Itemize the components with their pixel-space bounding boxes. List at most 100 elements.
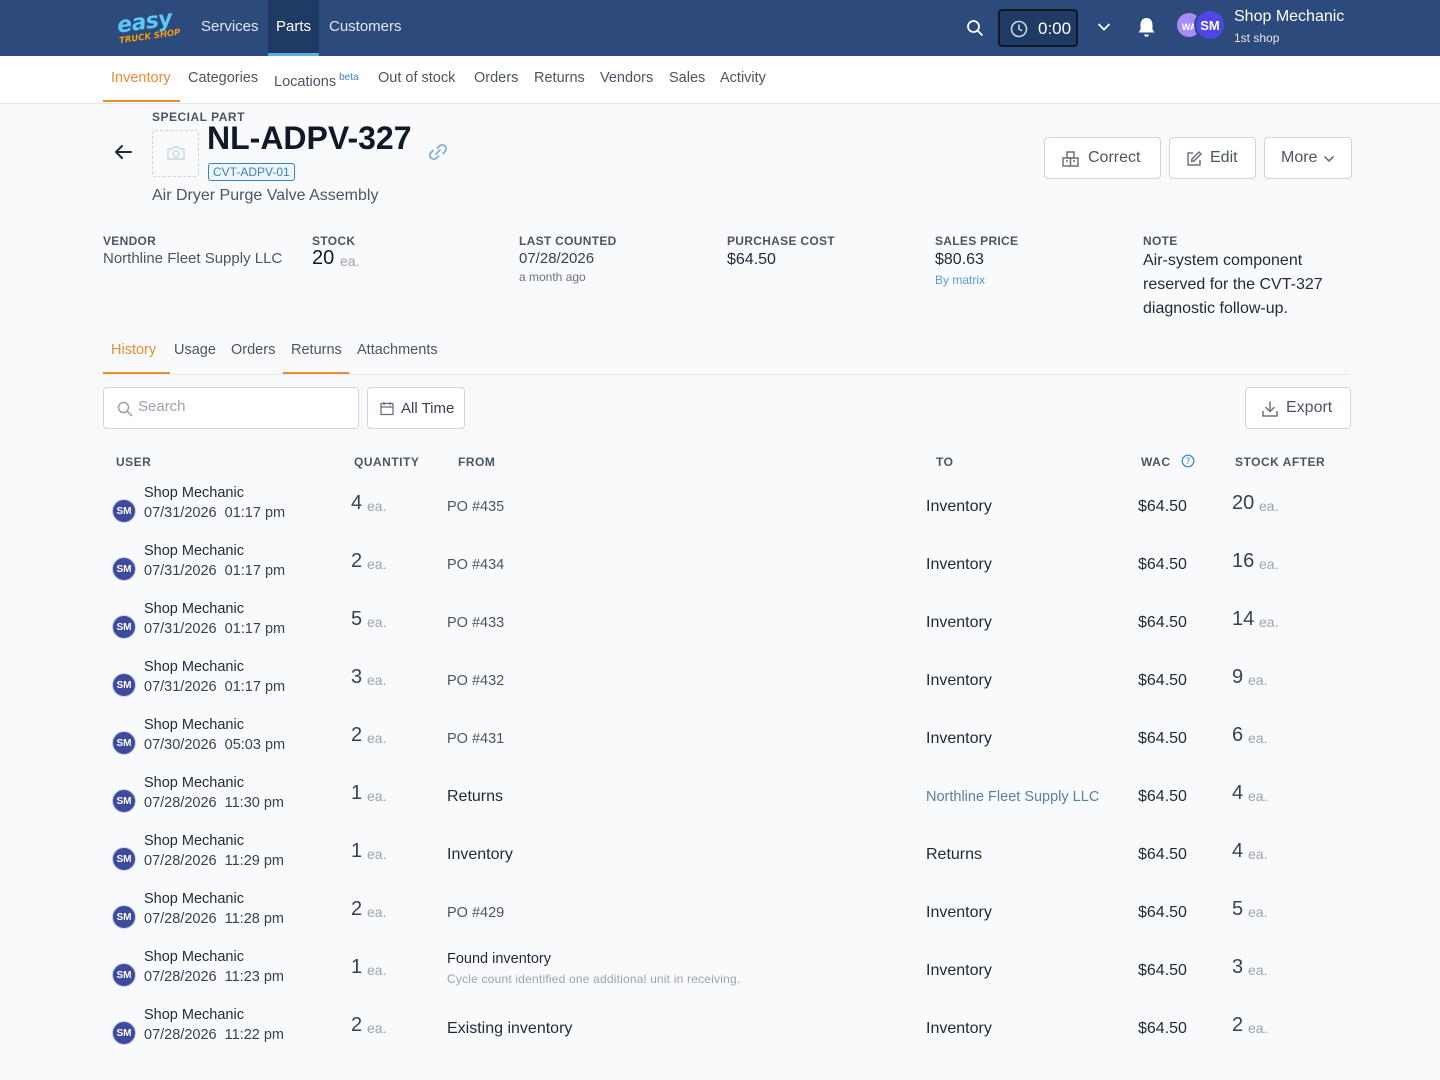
- row-from[interactable]: PO #429: [447, 905, 504, 921]
- purchase-cost-label: PURCHASE COST: [727, 234, 835, 248]
- table-row[interactable]: SM Shop Mechanic 07/31/2026 01:17 pm 2 ea. PO…: [103, 540, 1351, 598]
- bell-icon[interactable]: [1136, 16, 1157, 38]
- row-from[interactable]: PO #433: [447, 615, 504, 631]
- note-label: NOTE: [1143, 234, 1178, 248]
- table-row[interactable]: SM Shop Mechanic 07/31/2026 01:17 pm 5 ea. PO…: [103, 598, 1351, 656]
- part-photo-placeholder[interactable]: [152, 130, 199, 177]
- inventory-correct-icon: [1062, 151, 1079, 167]
- row-date: 07/30/2026 05:03 pm: [144, 737, 286, 753]
- tab-orders[interactable]: Orders: [223, 330, 283, 374]
- tab-usage[interactable]: Usage: [166, 330, 224, 374]
- subnav-categories[interactable]: Categories: [180, 56, 266, 102]
- row-stock-after: 3: [1232, 956, 1244, 978]
- row-date: 07/31/2026 01:17 pm: [144, 679, 286, 695]
- row-from[interactable]: PO #434: [447, 557, 504, 573]
- nav-parts[interactable]: Parts: [268, 0, 320, 56]
- stock-value: 20: [312, 247, 335, 269]
- row-stock-after: 14: [1232, 608, 1255, 630]
- table-row[interactable]: SM Shop Mechanic 07/28/2026 11:28 pm 2 ea. PO…: [103, 888, 1351, 946]
- avatar: SM: [112, 673, 136, 697]
- row-wac: $64.50: [1138, 1020, 1187, 1037]
- user-name[interactable]: Shop Mechanic: [1234, 8, 1344, 26]
- row-from: Inventory: [447, 846, 513, 863]
- col-header-stock-after: STOCK AFTER: [1235, 455, 1326, 469]
- search-icon: [117, 401, 133, 417]
- table-row[interactable]: SM Shop Mechanic 07/28/2026 11:29 pm 1 ea. In…: [103, 830, 1351, 888]
- row-quantity: 1: [351, 956, 363, 978]
- avatar[interactable]: SM: [1194, 9, 1226, 41]
- tab-attachments[interactable]: Attachments: [349, 330, 446, 374]
- correct-button[interactable]: Correct: [1044, 137, 1161, 179]
- col-header-to: TO: [936, 455, 954, 469]
- part-detail-tabs: History Usage Orders Returns Attachments: [103, 330, 1351, 375]
- subnav-vendors[interactable]: Vendors: [592, 56, 661, 102]
- subnav-inventory[interactable]: Inventory: [103, 56, 180, 102]
- row-quantity-unit: ea.: [367, 556, 387, 572]
- chevron-down-icon[interactable]: [1097, 20, 1111, 34]
- date-range-button[interactable]: All Time: [367, 387, 465, 429]
- edit-button[interactable]: Edit: [1169, 137, 1256, 179]
- row-quantity-unit: ea.: [367, 846, 387, 862]
- row-to: Inventory: [926, 498, 992, 515]
- table-row[interactable]: SM Shop Mechanic 07/31/2026 01:17 pm 3 ea. PO…: [103, 656, 1351, 714]
- nav-customers[interactable]: Customers: [321, 0, 410, 56]
- row-from[interactable]: PO #431: [447, 731, 504, 747]
- table-row[interactable]: SM Shop Mechanic 07/31/2026 01:17 pm 4 ea. PO…: [103, 482, 1351, 540]
- tab-history[interactable]: History: [103, 330, 170, 374]
- nav-services[interactable]: Services: [193, 0, 267, 56]
- row-user-name: Shop Mechanic: [144, 891, 244, 907]
- easy-truck-shop-logo[interactable]: easy TRUCK SHOP: [116, 6, 182, 46]
- row-from: Found inventory: [447, 951, 551, 967]
- export-button-label: Export: [1286, 399, 1333, 416]
- part-description: Air Dryer Purge Valve Assembly: [152, 187, 379, 204]
- table-row[interactable]: SM Shop Mechanic 07/28/2026 11:30 pm 1 ea. Re…: [103, 772, 1351, 830]
- row-from[interactable]: PO #435: [447, 499, 504, 515]
- table-row[interactable]: SM Shop Mechanic 07/28/2026 11:23 pm 1 ea. Fo…: [103, 946, 1351, 1004]
- subnav-returns[interactable]: Returns: [526, 56, 593, 102]
- row-from: Returns: [447, 788, 504, 805]
- subnav-out-of-stock[interactable]: Out of stock: [370, 56, 463, 102]
- avatar: SM: [112, 847, 136, 871]
- row-quantity-unit: ea.: [367, 498, 387, 514]
- row-stock-after-unit: ea.: [1248, 846, 1268, 862]
- row-to[interactable]: Northline Fleet Supply LLC: [926, 789, 1099, 805]
- row-quantity: 4: [351, 492, 363, 514]
- clock-icon: [1010, 20, 1028, 38]
- help-icon[interactable]: ?: [1181, 454, 1195, 468]
- vendor-value[interactable]: Northline Fleet Supply LLC: [103, 250, 282, 267]
- vendor-label: VENDOR: [103, 234, 157, 248]
- row-stock-after-unit: ea.: [1248, 904, 1268, 920]
- export-button[interactable]: Export: [1245, 387, 1351, 429]
- tab-returns[interactable]: Returns: [283, 330, 349, 374]
- stock-label: STOCK: [312, 234, 356, 248]
- subnav-sales[interactable]: Sales: [661, 56, 713, 102]
- row-wac: $64.50: [1138, 672, 1187, 689]
- part-number: NL-ADPV-327: [207, 120, 412, 156]
- subnav-orders[interactable]: Orders: [466, 56, 526, 102]
- row-quantity: 1: [351, 782, 363, 804]
- row-quantity: 2: [351, 550, 363, 572]
- beta-badge: beta: [339, 72, 359, 83]
- table-row[interactable]: SM Shop Mechanic 07/30/2026 05:03 pm 2 ea. PO…: [103, 714, 1351, 772]
- avatar: SM: [112, 615, 136, 639]
- back-arrow-icon[interactable]: [113, 143, 133, 161]
- row-stock-after-unit: ea.: [1248, 1020, 1268, 1036]
- row-to: Inventory: [926, 730, 992, 747]
- row-date: 07/28/2026 11:22 pm: [144, 1027, 285, 1043]
- search-icon[interactable]: [966, 19, 984, 37]
- row-date: 07/31/2026 01:17 pm: [144, 505, 286, 521]
- alternate-part-code[interactable]: CVT-ADPV-01: [208, 163, 295, 181]
- table-row[interactable]: SM Shop Mechanic 07/28/2026 11:22 pm 2 ea. Ex…: [103, 1004, 1351, 1062]
- col-header-from: FROM: [458, 455, 496, 469]
- row-from[interactable]: PO #432: [447, 673, 504, 689]
- subnav-locations[interactable]: Locations beta: [266, 56, 367, 102]
- link-icon[interactable]: [428, 143, 448, 161]
- time-clock-button[interactable]: 0:00: [998, 9, 1078, 47]
- purchase-cost-value: $64.50: [727, 251, 776, 268]
- more-button[interactable]: More: [1264, 137, 1352, 179]
- subnav-activity[interactable]: Activity: [712, 56, 774, 102]
- row-wac: $64.50: [1138, 788, 1187, 805]
- history-search[interactable]: [103, 387, 359, 429]
- search-input[interactable]: [138, 398, 338, 415]
- avatar: SM: [112, 1021, 136, 1045]
